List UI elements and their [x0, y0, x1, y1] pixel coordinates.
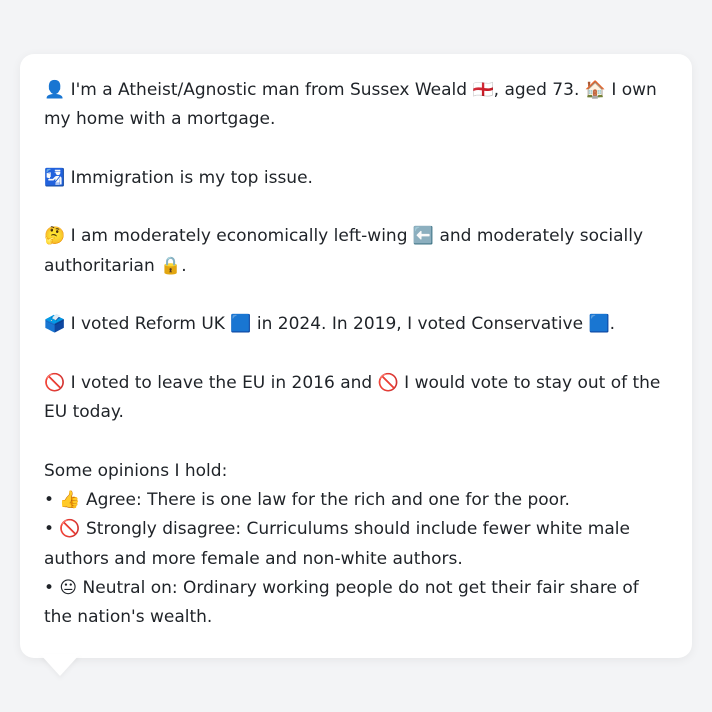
- opinion-item: • 👍 Agree: There is one law for the rich…: [44, 490, 570, 511]
- opinion-item: • 🚫 Strongly disagree: Curriculums shoul…: [44, 519, 630, 569]
- opinions-heading: Some opinions I hold:: [44, 460, 228, 481]
- persona-message-bubble: 👤 I'm a Atheist/Agnostic man from Sussex…: [20, 54, 692, 658]
- votes-text: 🗳️ I voted Reform UK 🟦 in 2024. In 2019,…: [44, 314, 616, 335]
- intro-text: 👤 I'm a Atheist/Agnostic man from Sussex…: [44, 80, 657, 130]
- opinion-item: • 😐 Neutral on: Ordinary working people …: [44, 578, 639, 628]
- bubble-tail: [40, 654, 80, 676]
- top-issue-text: 🛂 Immigration is my top issue.: [44, 167, 313, 188]
- ideology-text: 🤔 I am moderately economically left-wing…: [44, 226, 644, 276]
- eu-text: 🚫 I voted to leave the EU in 2016 and 🚫 …: [44, 372, 661, 423]
